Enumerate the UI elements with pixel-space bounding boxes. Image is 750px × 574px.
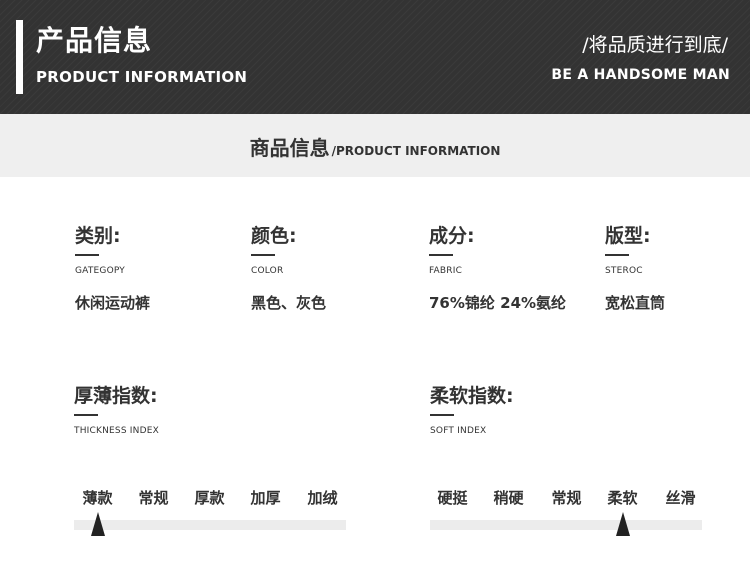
attribute-label: 成分: <box>429 225 475 247</box>
softness-option: 硬挺 <box>437 489 468 507</box>
softness-pointer <box>615 512 630 536</box>
section-title: 商品信息/PRODUCT INFORMATION <box>0 132 750 161</box>
thickness-pointer <box>90 512 105 536</box>
thickness-option: 加厚 <box>250 489 281 507</box>
thickness-index-label: 厚薄指数: <box>74 385 158 407</box>
thickness-track <box>74 520 346 530</box>
attribute-category: 类别: GATEGOPY 休闲运动裤 <box>75 224 150 313</box>
attribute-value: 休闲运动裤 <box>75 294 151 312</box>
thickness-option: 加绒 <box>307 489 338 507</box>
header-title: 产品信息 <box>36 24 153 57</box>
attribute-value: 黑色、灰色 <box>251 294 327 312</box>
softness-option: 稍硬 <box>493 489 524 507</box>
thickness-index-underline <box>74 414 98 416</box>
header-subtitle: PRODUCT INFORMATION <box>36 68 248 86</box>
attribute-underline <box>75 254 99 256</box>
softness-option: 柔软 <box>607 489 638 507</box>
attribute-underline <box>429 254 453 256</box>
header-slogan: /将品质进行到底/ <box>582 34 728 56</box>
section-title-cn: 商品信息 <box>249 136 330 160</box>
attribute-label: 版型: <box>605 225 651 247</box>
attribute-value: 宽松直筒 <box>605 294 666 312</box>
attribute-en-label: STEROC <box>605 266 643 276</box>
header-banner: 产品信息 PRODUCT INFORMATION /将品质进行到底/ BE A … <box>0 0 750 114</box>
softness-options: 硬挺 稍硬 常规 柔软 丝滑 <box>430 488 702 512</box>
section-title-en: /PRODUCT INFORMATION <box>331 144 501 158</box>
section-title-band: 商品信息/PRODUCT INFORMATION <box>0 114 750 177</box>
softness-track <box>430 520 702 530</box>
softness-option: 常规 <box>551 489 582 507</box>
attribute-label: 类别: <box>75 225 121 247</box>
attribute-value: 76%锦纶 24%氨纶 <box>429 294 567 312</box>
attribute-underline <box>605 254 629 256</box>
softness-index-label: 柔软指数: <box>430 385 514 407</box>
softness-index-en-label: SOFT INDEX <box>430 426 487 436</box>
thickness-index-en-label: THICKNESS INDEX <box>74 426 159 436</box>
thickness-option: 薄款 <box>82 489 113 507</box>
attribute-en-label: COLOR <box>251 266 284 276</box>
header-accent-bar <box>16 20 23 94</box>
thickness-index: 厚薄指数: THICKNESS INDEX 薄款 常规 厚款 加厚 加绒 <box>74 384 346 536</box>
attribute-en-label: GATEGOPY <box>75 266 126 276</box>
attribute-fit: 版型: STEROC 宽松直筒 <box>605 224 665 313</box>
attribute-color: 颜色: COLOR 黑色、灰色 <box>251 224 326 313</box>
attribute-en-label: FABRIC <box>429 266 463 276</box>
thickness-option: 厚款 <box>194 489 225 507</box>
header-slogan-en: BE A HANDSOME MAN <box>551 67 730 83</box>
attribute-label: 颜色: <box>251 225 297 247</box>
attribute-underline <box>251 254 275 256</box>
softness-index-underline <box>430 414 454 416</box>
thickness-options: 薄款 常规 厚款 加厚 加绒 <box>74 488 346 512</box>
softness-index: 柔软指数: SOFT INDEX 硬挺 稍硬 常规 柔软 丝滑 <box>430 384 702 536</box>
thickness-option: 常规 <box>138 489 169 507</box>
attribute-fabric: 成分: FABRIC 76%锦纶 24%氨纶 <box>429 224 566 313</box>
softness-option: 丝滑 <box>665 489 696 507</box>
